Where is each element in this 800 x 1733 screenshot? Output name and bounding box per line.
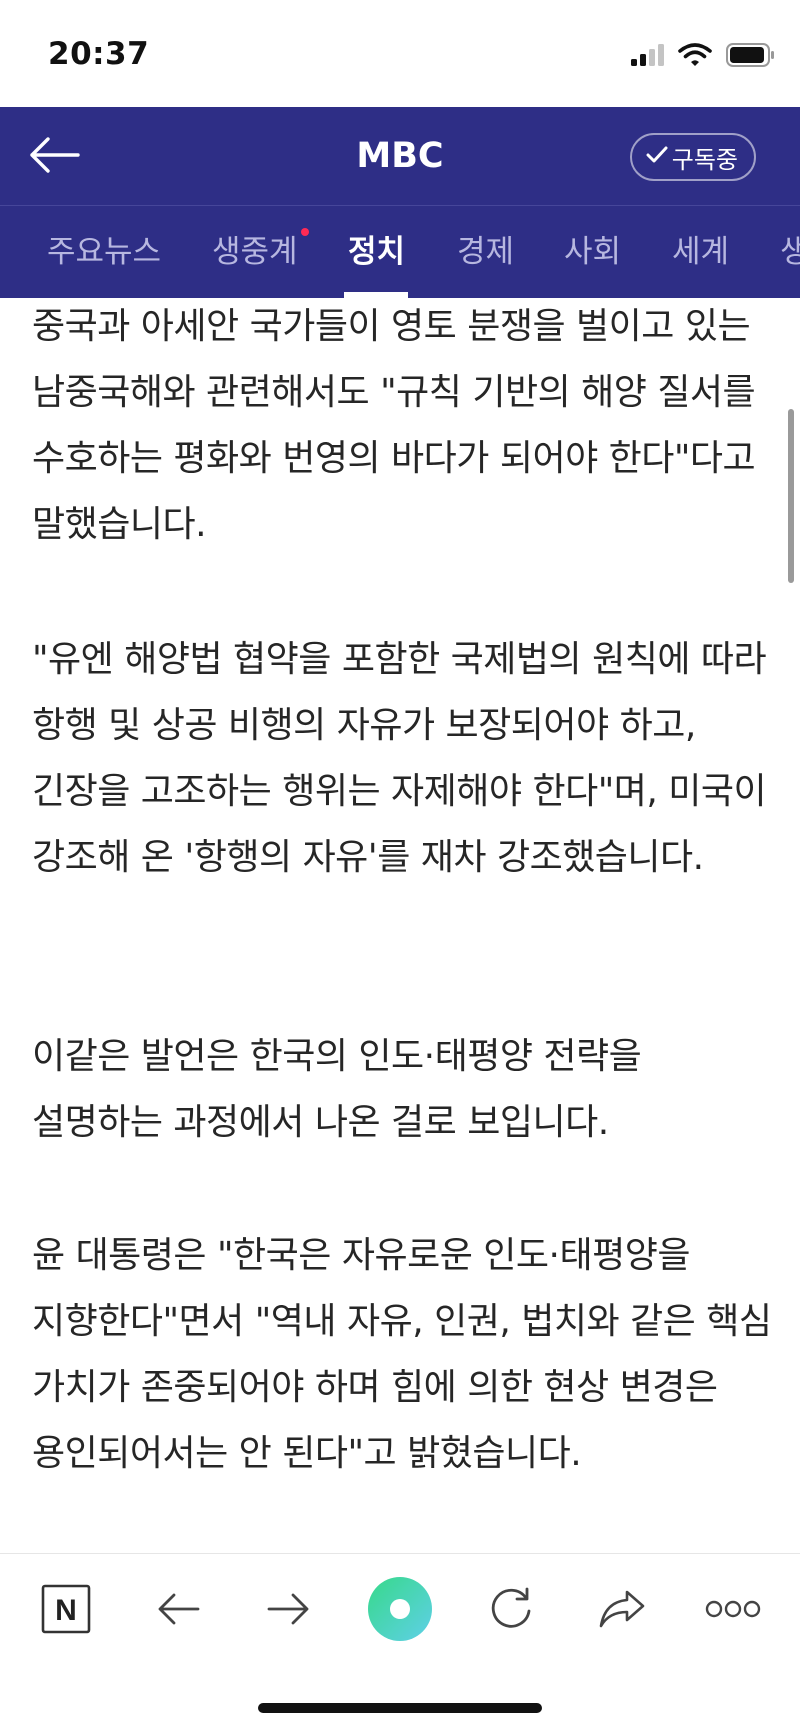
cellular-signal-icon [630,43,664,71]
forward-arrow-icon [267,1591,311,1631]
subscribe-button[interactable]: 구독중 [629,133,756,181]
status-icons [630,42,776,72]
article-body[interactable]: 중국과 아세안 국가들이 영토 분쟁을 벌이고 있는 남중국해와 관련해서도 "… [0,298,800,1553]
app-header: MBC 구독중 [0,107,800,206]
share-icon [597,1588,647,1634]
tab-live[interactable]: 생중계 [212,206,298,298]
tab-politics[interactable]: 정치 [348,206,405,298]
tab-main-news[interactable]: 주요뉴스 [47,206,161,298]
back-arrow-icon [28,135,80,179]
scrollbar-thumb[interactable] [788,409,794,583]
green-dot-button[interactable] [360,1576,440,1646]
tab-society[interactable]: 사회 [564,206,621,298]
status-bar: 20:37 [0,0,800,107]
naver-home-button[interactable]: N [26,1576,106,1646]
checkmark-icon [646,143,668,171]
article-paragraph: "유엔 해양법 협약을 포함한 국제법의 원칙에 따라 항행 및 상공 비행의 … [32,639,767,878]
article-paragraph: 윤 대통령은 "한국은 자유로운 인도·태평양을 지향한다"면서 "역내 자유,… [32,1235,772,1474]
browser-back-button[interactable] [138,1576,218,1646]
live-badge-dot [301,228,309,236]
green-dot-icon [367,1576,433,1646]
back-arrow-icon [156,1591,200,1631]
article-paragraph: 중국과 아세안 국가들이 영토 분쟁을 벌이고 있는 남중국해와 관련해서도 "… [32,306,756,545]
battery-icon [726,42,776,72]
refresh-button[interactable] [471,1576,551,1646]
tab-economy[interactable]: 경제 [457,206,514,298]
category-tabs: 주요뉴스 생중계 정치 경제 사회 세계 생 [0,206,800,298]
refresh-icon [488,1586,534,1636]
more-icon [705,1599,761,1623]
more-button[interactable] [693,1576,773,1646]
home-indicator [258,1703,542,1713]
wifi-icon [678,42,712,72]
naver-n-icon: N [41,1584,91,1638]
tab-life[interactable]: 생 [780,206,800,298]
back-button[interactable] [26,133,82,181]
subscribe-label: 구독중 [671,145,738,174]
share-button[interactable] [582,1576,662,1646]
article-paragraph: 이같은 발언은 한국의 인도·태평양 전략을 설명하는 과정에서 나온 걸로 보… [32,1036,642,1143]
tab-world[interactable]: 세계 [672,206,729,298]
browser-forward-button[interactable] [249,1576,329,1646]
status-time: 20:37 [48,36,150,72]
naver-n-glyph: N [55,1594,77,1627]
